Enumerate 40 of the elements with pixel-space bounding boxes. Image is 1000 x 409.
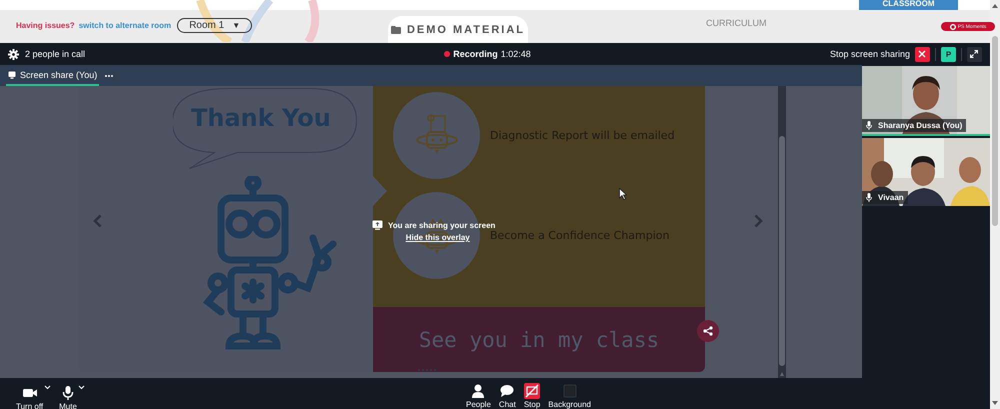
overlay-message: You are sharing your screen xyxy=(388,220,496,230)
microphone-icon xyxy=(866,121,872,130)
caret-icon[interactable] xyxy=(44,385,52,390)
classroom-tab[interactable]: CLASSROOM xyxy=(859,0,958,10)
participant-name-tag: Vivaan xyxy=(862,191,908,204)
settings-icon[interactable] xyxy=(8,48,19,60)
toolbar-button[interactable]: People xyxy=(464,383,493,409)
slide-footer: See you in my class xyxy=(418,328,660,352)
toolbar-button[interactable]: Background xyxy=(546,383,593,409)
share-icon xyxy=(703,326,713,336)
share-button[interactable] xyxy=(697,320,719,342)
toolbar-button[interactable]: Chat xyxy=(496,383,518,409)
toolbar-button[interactable]: Turn off xyxy=(14,385,46,409)
background-icon xyxy=(562,383,578,399)
stop-sharing-button[interactable] xyxy=(914,46,930,62)
person-icon xyxy=(470,383,486,399)
microphone-icon xyxy=(866,193,872,202)
chat-bubble-icon xyxy=(499,383,516,399)
participant-avatar-button[interactable]: P xyxy=(940,46,956,62)
toolbar-button[interactable]: Stop xyxy=(522,383,542,409)
issue-text: Having issues? xyxy=(16,21,75,30)
participant-name-tag: Sharanya Dussa (You) xyxy=(862,119,966,132)
record-icon xyxy=(950,24,956,30)
hide-overlay-link[interactable]: Hide this overlay xyxy=(406,233,470,242)
close-icon xyxy=(918,50,926,58)
expand-icon xyxy=(970,50,978,58)
recording-dot-icon xyxy=(444,51,450,57)
stop-share-icon xyxy=(524,383,540,399)
caret-icon[interactable] xyxy=(78,385,85,390)
fullscreen-button[interactable] xyxy=(966,46,982,62)
recording-time: 1:02:48 xyxy=(500,49,531,59)
toolbar-button[interactable]: Mute xyxy=(57,385,79,409)
recording-label: Recording xyxy=(453,49,498,59)
stop-sharing-label: Stop screen sharing xyxy=(830,49,910,59)
people-count: 2 people in call xyxy=(25,49,86,59)
demo-material-button[interactable]: DEMO MATERIAL xyxy=(388,16,528,43)
folder-icon xyxy=(390,26,401,34)
room-dropdown[interactable]: Room 1 ▼ xyxy=(177,18,252,33)
cursor-icon xyxy=(619,188,627,200)
screen-icon xyxy=(8,70,16,78)
